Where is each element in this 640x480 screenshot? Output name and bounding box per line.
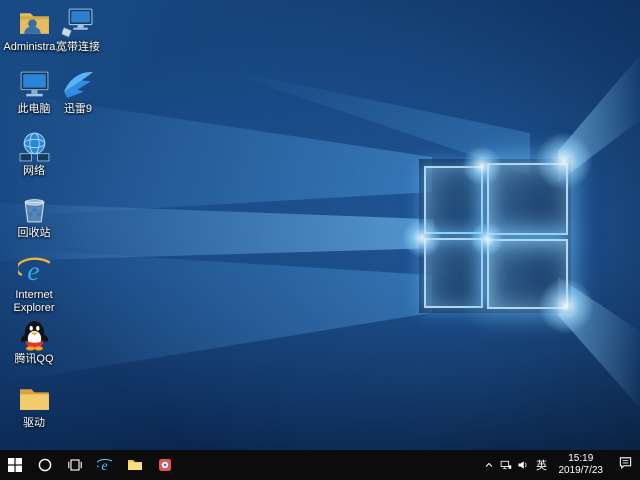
action-center-button[interactable] (610, 455, 640, 475)
internet-explorer-icon: e (97, 457, 113, 473)
volume-button[interactable] (516, 450, 531, 480)
speaker-icon (517, 459, 529, 471)
desktop-icon-thunder9[interactable]: 迅雷9 (46, 68, 110, 116)
light-glow (470, 222, 504, 256)
task-view-button[interactable] (60, 450, 90, 480)
recycle-bin-icon (18, 192, 51, 225)
network-status-button[interactable] (499, 450, 514, 480)
light-glow (462, 146, 502, 186)
file-explorer-icon (127, 457, 143, 473)
desktop-icon-drivers-folder[interactable]: 驱动 (2, 382, 66, 430)
taskbar-pinned-app[interactable] (150, 450, 180, 480)
svg-text:e: e (27, 256, 39, 287)
clock[interactable]: 15:19 2019/7/23 (552, 453, 611, 478)
clock-date: 2019/7/23 (559, 465, 604, 478)
taskbar-file-explorer[interactable] (120, 450, 150, 480)
icon-label: 迅雷9 (64, 103, 92, 116)
chevron-up-icon (483, 459, 495, 471)
desktop-icon-broadband-connection[interactable]: 宽带连接 (46, 6, 110, 54)
icon-label: 回收站 (18, 227, 51, 240)
language-indicator[interactable]: 英 (532, 457, 552, 473)
action-center-icon (618, 455, 633, 475)
icon-label: Internet Explorer (2, 289, 66, 314)
cortana-circle-icon (37, 457, 53, 473)
network-globe-icon (18, 130, 51, 163)
taskbar-internet-explorer[interactable]: e (90, 450, 120, 480)
folder-icon (18, 382, 51, 415)
broadband-connection-icon (62, 6, 95, 39)
icon-label: 腾讯QQ (14, 353, 53, 366)
search-button[interactable] (30, 450, 60, 480)
desktop-icon-network[interactable]: 网络 (2, 130, 66, 178)
icon-label: 驱动 (23, 417, 45, 430)
thunder-bird-icon (62, 68, 95, 101)
system-tray: 英 15:19 2019/7/23 (481, 450, 640, 480)
start-button[interactable] (0, 450, 30, 480)
light-glow (402, 218, 442, 258)
task-view-icon (67, 457, 83, 473)
internet-explorer-icon: e (18, 254, 51, 287)
ethernet-network-icon (500, 459, 512, 471)
clock-time: 15:19 (559, 453, 604, 466)
desktop-icon-internet-explorer[interactable]: e Internet Explorer (2, 254, 66, 314)
taskbar: e 英 15:19 2019/7/23 (0, 450, 640, 480)
windows-logo-icon (7, 457, 23, 473)
desktop-icon-recycle-bin[interactable]: 回收站 (2, 192, 66, 240)
desktop-icon-tencent-qq[interactable]: 腾讯QQ (2, 318, 66, 366)
icon-label: 宽带连接 (56, 41, 100, 54)
pinned-app-icon (157, 457, 173, 473)
hidden-icons-button[interactable] (482, 450, 497, 480)
icon-label: 网络 (23, 165, 45, 178)
qq-penguin-icon (18, 318, 51, 351)
svg-text:e: e (101, 459, 107, 473)
light-glow (535, 132, 593, 190)
light-glow (538, 278, 594, 334)
